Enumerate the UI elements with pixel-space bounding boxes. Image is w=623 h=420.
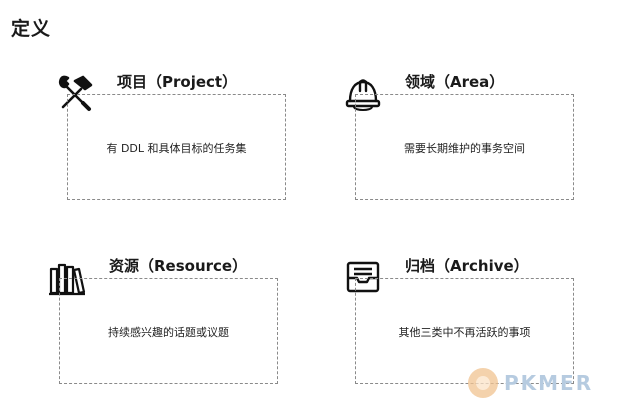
card-project: 项目（Project） 有 DDL 和具体目标的任务集 — [55, 71, 295, 211]
pkmer-logo-icon — [468, 368, 498, 398]
card-area: 领域（Area） 需要长期维护的事务空间 — [343, 71, 583, 211]
card-box: 持续感兴趣的话题或议题 — [59, 278, 278, 384]
card-box: 需要长期维护的事务空间 — [355, 94, 574, 200]
card-title: 领域（Area） — [405, 73, 505, 91]
card-title: 归档（Archive） — [405, 257, 529, 275]
card-description: 需要长期维护的事务空间 — [404, 142, 525, 155]
watermark: PKMER — [468, 365, 593, 401]
watermark-text: PKMER — [504, 371, 594, 395]
card-resource: 资源（Resource） 持续感兴趣的话题或议题 — [47, 255, 287, 395]
card-box: 有 DDL 和具体目标的任务集 — [67, 94, 286, 200]
card-description: 持续感兴趣的话题或议题 — [108, 326, 229, 339]
card-title: 资源（Resource） — [109, 257, 248, 275]
card-description: 有 DDL 和具体目标的任务集 — [106, 142, 247, 155]
card-description: 其他三类中不再活跃的事项 — [398, 326, 531, 339]
card-title: 项目（Project） — [117, 73, 238, 91]
page-title: 定义 — [11, 18, 52, 40]
